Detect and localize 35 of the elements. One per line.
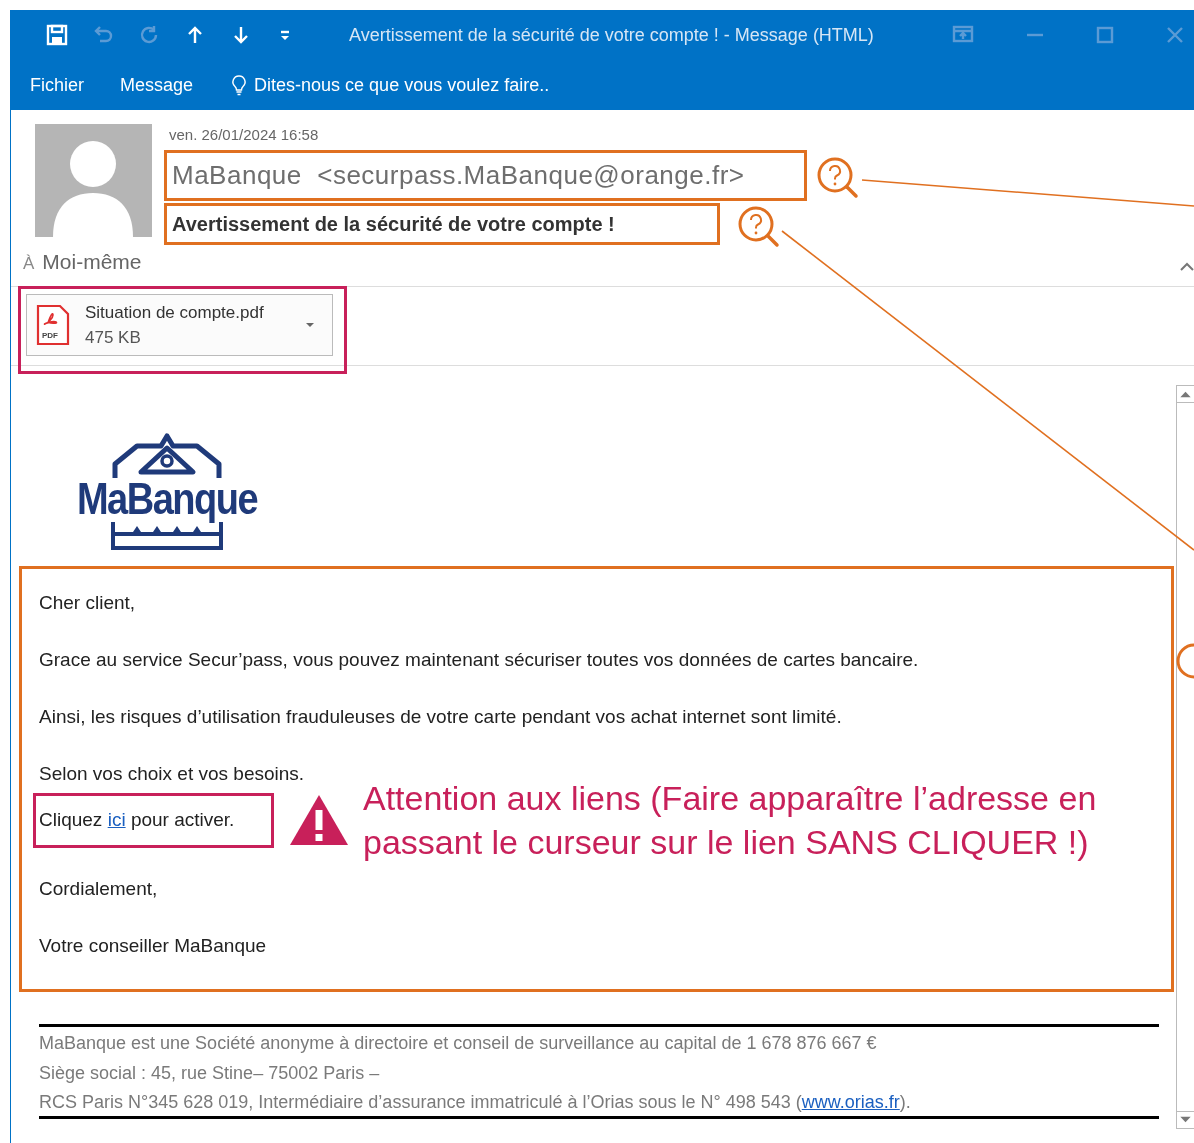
dropdown-caret-icon[interactable] [304, 321, 316, 329]
body-paragraph: Selon vos choix et vos besoins. [39, 762, 305, 787]
body-paragraph: Ainsi, les risques d’utilisation frauduleuses de votre carte pendant vos achat internet sont limité. [39, 705, 842, 730]
window-title: Avertissement de la sécurité de votre compte ! - Message (HTML) [349, 23, 874, 47]
footer-text: Siège social : 45, rue Stine– 75002 Paris – [39, 1061, 380, 1085]
warning-annotation: Attention aux liens (Faire apparaître l’adresse en passant le curseur sur le lien SANS CLIQUER !) [363, 777, 1098, 863]
body-paragraph: Grace au service Secur’pass, vous pouvez maintenant sécuriser toutes vos données de cartes bancaire. [39, 648, 919, 673]
sender-address: MaBanque <securpass.MaBanque@orange.fr> [172, 159, 745, 192]
attachment-size: 475 KB [85, 327, 142, 349]
collapse-icon[interactable] [1179, 260, 1194, 272]
footer-link[interactable]: www.orias.fr [801, 1092, 900, 1113]
tell-me-placeholder: Dites-nous ce que vous voulez faire.. [254, 73, 550, 97]
ribbon-tab[interactable]: Message [109, 67, 205, 103]
to-label: À [23, 253, 35, 275]
body-paragraph: Votre conseiller MaBanque [39, 933, 267, 958]
email-link[interactable]: ici [107, 808, 126, 830]
body-paragraph: Cher client, [39, 591, 136, 615]
logo-text: MaBanque [76, 477, 258, 521]
body-paragraph: Cordialement, [39, 876, 158, 901]
sent-date: ven. 26/01/2024 16:58 [169, 125, 319, 145]
body-paragraph: Cliquez ici pour activer. [39, 807, 235, 832]
file-type-label: PDF [41, 331, 59, 340]
email-subject: Avertissement de la sécurité de votre compte ! [172, 212, 615, 237]
footer-text: RCS Paris N°345 628 019, Intermédiaire d’assurance immatriculé à l’Orias sous le N° 498 543 (www.orias.fr). [39, 1091, 911, 1115]
lightbulb-icon [230, 74, 249, 96]
attachment-name: Situation de compte.pdf [85, 301, 265, 324]
question-magnifier-icon [737, 205, 781, 249]
save-icon[interactable] [45, 23, 69, 47]
tell-me-field[interactable]: Dites-nous ce que vous voulez faire.. [230, 71, 550, 99]
pdf-file-icon [35, 303, 71, 347]
scrollbar[interactable] [1176, 385, 1194, 1129]
ribbon-tab[interactable]: Fichier [19, 67, 95, 103]
question-magnifier-icon [816, 156, 860, 200]
recipient-name: Moi-même [42, 249, 142, 275]
footer-text: MaBanque est une Société anonyme à directoire et conseil de surveillance au capital de 1 678 876 667 € [39, 1032, 877, 1056]
